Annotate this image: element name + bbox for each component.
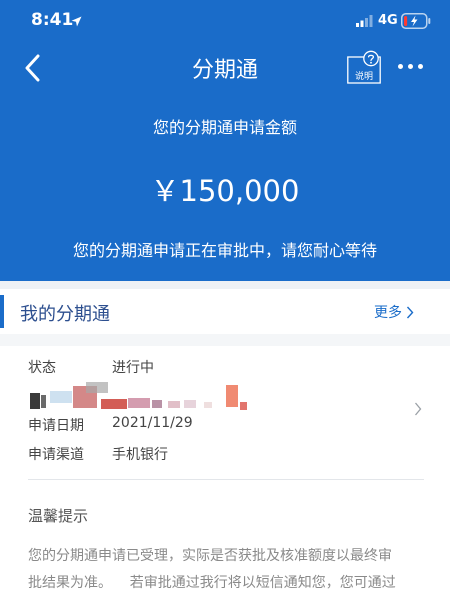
- help-button[interactable]: 说明: [347, 50, 381, 84]
- divider: [0, 281, 450, 289]
- signal-bars-icon: [356, 15, 373, 27]
- section-header: 我的分期通 更多: [0, 289, 450, 334]
- more-dots-icon: [417, 63, 423, 69]
- status-time: 8:41: [31, 10, 74, 30]
- section-title: 我的分期通: [20, 304, 110, 325]
- network-type: 4G: [378, 13, 398, 28]
- amount-caption: 您的分期通申请金额: [152, 118, 297, 137]
- chevron-right-icon: [415, 402, 422, 416]
- section-accent-bar: [0, 295, 4, 328]
- more-dots-icon: [397, 63, 403, 69]
- more-options-button[interactable]: [394, 58, 426, 74]
- tips-line: 您的分期通申请已受理，实际是否获批及核准额度以最终审: [28, 548, 392, 564]
- apply-channel-value: 手机银行: [112, 447, 168, 463]
- apply-date-label: 申请日期: [28, 418, 84, 434]
- help-label: 说明: [354, 72, 373, 82]
- status-value: 进行中: [112, 360, 154, 376]
- more-dots-icon: [407, 63, 413, 69]
- status-label: 状态: [28, 360, 56, 376]
- more-link[interactable]: 更多: [374, 302, 414, 322]
- apply-date-value: 2021/11/29: [112, 415, 193, 431]
- approval-status-message: 您的分期通申请正在审批中，请您耐心等待: [72, 241, 377, 260]
- tips-title: 温馨提示: [28, 507, 89, 525]
- status-bar: 8:41 4G: [0, 0, 450, 44]
- battery-charging-icon: [401, 13, 431, 29]
- divider: [0, 334, 450, 346]
- page-title: 分期通: [191, 58, 258, 83]
- more-link-label: 更多: [374, 305, 402, 321]
- tips-line: 批结果为准。 若审批通过我行将以短信通知您，您可通过: [28, 575, 396, 591]
- tips-body: 您的分期通申请已受理，实际是否获批及核准额度以最终审 批结果为准。 若审批通过我…: [28, 543, 424, 597]
- tips-section: 温馨提示 您的分期通申请已受理，实际是否获批及核准额度以最终审 批结果为准。 若…: [0, 480, 450, 605]
- app-header: 8:41 4G 分期通 说明 您的分期通申请金额 ￥150,000 您的分期通申…: [0, 0, 450, 281]
- location-arrow-icon: [71, 16, 82, 27]
- chevron-right-icon: [406, 306, 414, 318]
- redacted-info: [30, 382, 247, 410]
- application-amount: ￥150,000: [150, 174, 300, 208]
- apply-channel-label: 申请渠道: [28, 447, 84, 463]
